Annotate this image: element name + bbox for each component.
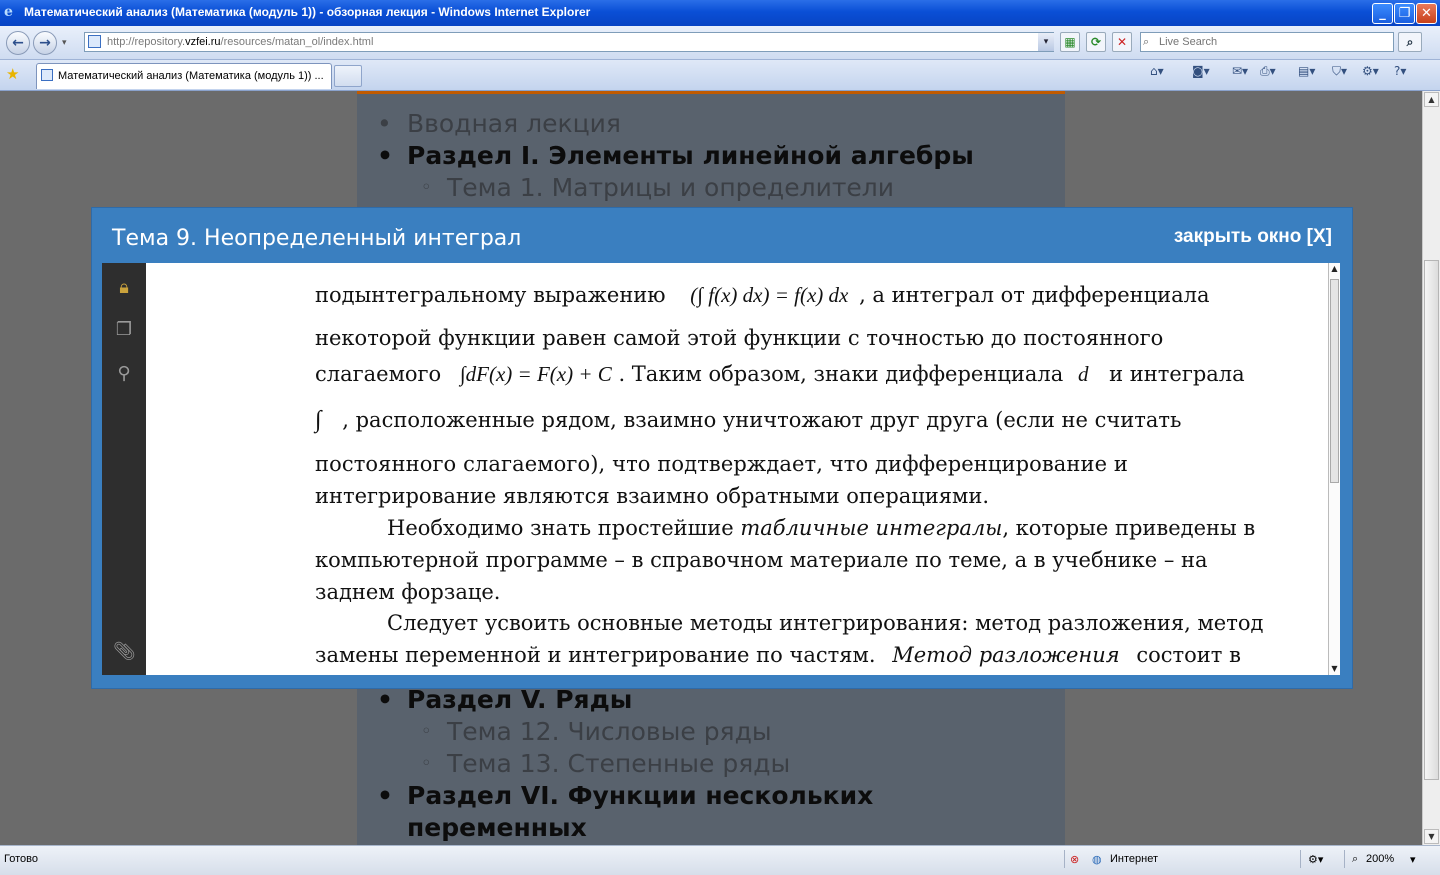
blocked-icon[interactable]: ⊗	[1070, 853, 1079, 866]
address-dropdown-icon[interactable]: ▾	[1038, 33, 1054, 51]
protected-mode-icon[interactable]: ⚙▾	[1308, 853, 1323, 866]
search-button[interactable]: ⌕	[1398, 32, 1422, 52]
tools-gear-icon[interactable]: ⚙▾	[1362, 64, 1379, 78]
favorites-star-icon[interactable]: ★	[6, 65, 19, 83]
binoculars-icon[interactable]: ⚲	[113, 363, 135, 385]
doc-line: слагаемого ∫dF(x) = F(x) + C . Таким обр…	[315, 362, 1245, 386]
outline-item-label: Раздел VI. Функции нескольких	[407, 781, 874, 810]
outline-item-label: Тема 1. Матрицы и определители	[447, 173, 894, 202]
window-titlebar: e Математический анализ (Математика (мод…	[0, 0, 1440, 26]
tab-label: Математический анализ (Математика (модул…	[58, 70, 324, 82]
doc-line: заднем форзаце.	[315, 580, 501, 604]
ie-logo-icon: e	[4, 4, 13, 20]
outline-item-label: Раздел V. Ряды	[407, 685, 633, 714]
outline-item-continuation[interactable]: переменных	[407, 812, 587, 844]
safety-menu-icon[interactable]: ⛉▾	[1332, 64, 1347, 79]
outline-item[interactable]: • Раздел I. Элементы линейной алгебры	[377, 140, 974, 172]
lock-icon[interactable]: 🔒︎	[113, 277, 135, 299]
tab-favicon-icon	[41, 69, 53, 81]
outline-item-label: Раздел I. Элементы линейной алгебры	[407, 141, 974, 170]
zoom-icon: ⌕	[1352, 853, 1359, 865]
history-dropdown-icon[interactable]: ▾	[62, 38, 67, 48]
feeds-icon[interactable]: ◙▾	[1192, 64, 1210, 78]
outline-item[interactable]: • Вводная лекция	[377, 108, 621, 140]
outline-subitem[interactable]: ◦ Тема 1. Матрицы и определители	[421, 172, 894, 204]
viewer-scroll-up-icon[interactable]: ▲	[1329, 263, 1340, 275]
formula: ∫dF(x) = F(x) + C	[459, 362, 612, 386]
page-menu-icon[interactable]: ▤▾	[1298, 64, 1315, 78]
status-text: Готово	[4, 853, 38, 865]
stop-icon[interactable]: ✕	[1112, 32, 1132, 52]
address-url[interactable]: http://repository.vzfei.ru/resources/mat…	[107, 36, 373, 48]
modal-title: Тема 9. Неопределенный интеграл	[112, 226, 522, 251]
status-bar: Готово ⊗ ◍ Интернет ⚙▾ ⌕ 200% ▾	[0, 845, 1440, 875]
topic-modal: Тема 9. Неопределенный интеграл закрыть …	[92, 208, 1352, 688]
minimize-button[interactable]: _	[1372, 3, 1393, 24]
viewer-scrollbar[interactable]: ▲ ▼	[1328, 263, 1340, 675]
modal-close-button[interactable]: закрыть окно [X]	[1174, 226, 1332, 248]
doc-line: интегрирование являются взаимно обратным…	[315, 484, 990, 508]
scroll-thumb[interactable]	[1424, 260, 1439, 780]
maximize-button[interactable]: ❐	[1394, 3, 1415, 24]
zoom-dropdown-icon[interactable]: ▾	[1410, 853, 1416, 866]
address-field[interactable]: http://repository.vzfei.ru/resources/mat…	[84, 32, 1054, 52]
zoom-level[interactable]: 200%	[1366, 853, 1394, 865]
outline-item-label: Тема 13. Степенные ряды	[447, 749, 791, 778]
viewer-scroll-down-icon[interactable]: ▼	[1329, 663, 1340, 675]
viewer-scroll-thumb[interactable]	[1330, 279, 1339, 483]
doc-line: ∫ , расположенные рядом, взаимно уничтож…	[315, 407, 1182, 433]
doc-line: замены переменной и интегрирование по ча…	[315, 643, 1241, 667]
live-search-icon: ⌕	[1143, 35, 1150, 48]
outline-item[interactable]: • Раздел V. Ряды	[377, 684, 632, 716]
forward-button[interactable]: →	[33, 31, 57, 55]
refresh-icon[interactable]: ⟳	[1086, 32, 1106, 52]
home-icon[interactable]: ⌂▾	[1150, 64, 1164, 78]
paperclip-icon[interactable]: 📎︎	[113, 641, 136, 663]
scroll-up-arrow-icon[interactable]: ▲	[1424, 92, 1439, 107]
globe-icon: ◍	[1092, 854, 1102, 866]
integral-symbol: ∫	[315, 407, 322, 433]
security-zone: Интернет	[1110, 853, 1158, 865]
outline-item-label: переменных	[407, 813, 587, 842]
tab-bar: ★ Математический анализ (Математика (мод…	[0, 60, 1440, 91]
scroll-down-arrow-icon[interactable]: ▼	[1424, 829, 1439, 844]
doc-line: компьютерной программе – в справочном ма…	[315, 548, 1208, 572]
outline-item-label: Тема 12. Числовые ряды	[447, 717, 772, 746]
outline-subitem[interactable]: ◦ Тема 12. Числовые ряды	[421, 716, 772, 748]
doc-line: постоянного слагаемого), что подтверждае…	[315, 452, 1129, 476]
page-favicon-icon	[88, 35, 101, 48]
search-input[interactable]	[1157, 35, 1391, 49]
search-box[interactable]: ⌕	[1140, 32, 1394, 52]
outline-item[interactable]: • Раздел VI. Функции нескольких	[377, 780, 873, 812]
doc-line: подынтегральному выражению (∫ f(x) dx) =…	[315, 283, 1210, 307]
formula: (∫ f(x) dx) = f(x) dx	[690, 283, 849, 307]
outline-subitem[interactable]: ◦ Тема 13. Степенные ряды	[421, 748, 790, 780]
outline-item-label: Вводная лекция	[407, 109, 621, 138]
back-button[interactable]: ←	[6, 31, 30, 55]
compatibility-icon[interactable]: ▦	[1060, 32, 1080, 52]
page-scrollbar[interactable]: ▲ ▼	[1422, 91, 1440, 845]
doc-line: Следует усвоить основные методы интегрир…	[387, 611, 1264, 635]
pdf-viewer: 🔒︎ ❐ ⚲ 📎︎ подынтегральному выражению (∫ …	[102, 263, 1340, 675]
new-tab-button[interactable]	[334, 65, 362, 87]
doc-line: некоторой функции равен самой этой функц…	[315, 326, 1164, 350]
mail-icon[interactable]: ✉▾	[1232, 64, 1248, 78]
document-page: подынтегральному выражению (∫ f(x) dx) =…	[146, 263, 1328, 675]
doc-line: Необходимо знать простейшие табличные ин…	[387, 516, 1256, 540]
pages-icon[interactable]: ❐	[113, 319, 135, 341]
viewer-sidebar: 🔒︎ ❐ ⚲ 📎︎	[102, 263, 147, 675]
close-window-button[interactable]: ✕	[1416, 3, 1437, 24]
help-icon[interactable]: ?▾	[1394, 64, 1406, 78]
browser-tab-active[interactable]: Математический анализ (Математика (модул…	[36, 63, 332, 89]
print-icon[interactable]: ⎙▾	[1260, 64, 1276, 79]
window-title: Математический анализ (Математика (модул…	[24, 5, 591, 19]
